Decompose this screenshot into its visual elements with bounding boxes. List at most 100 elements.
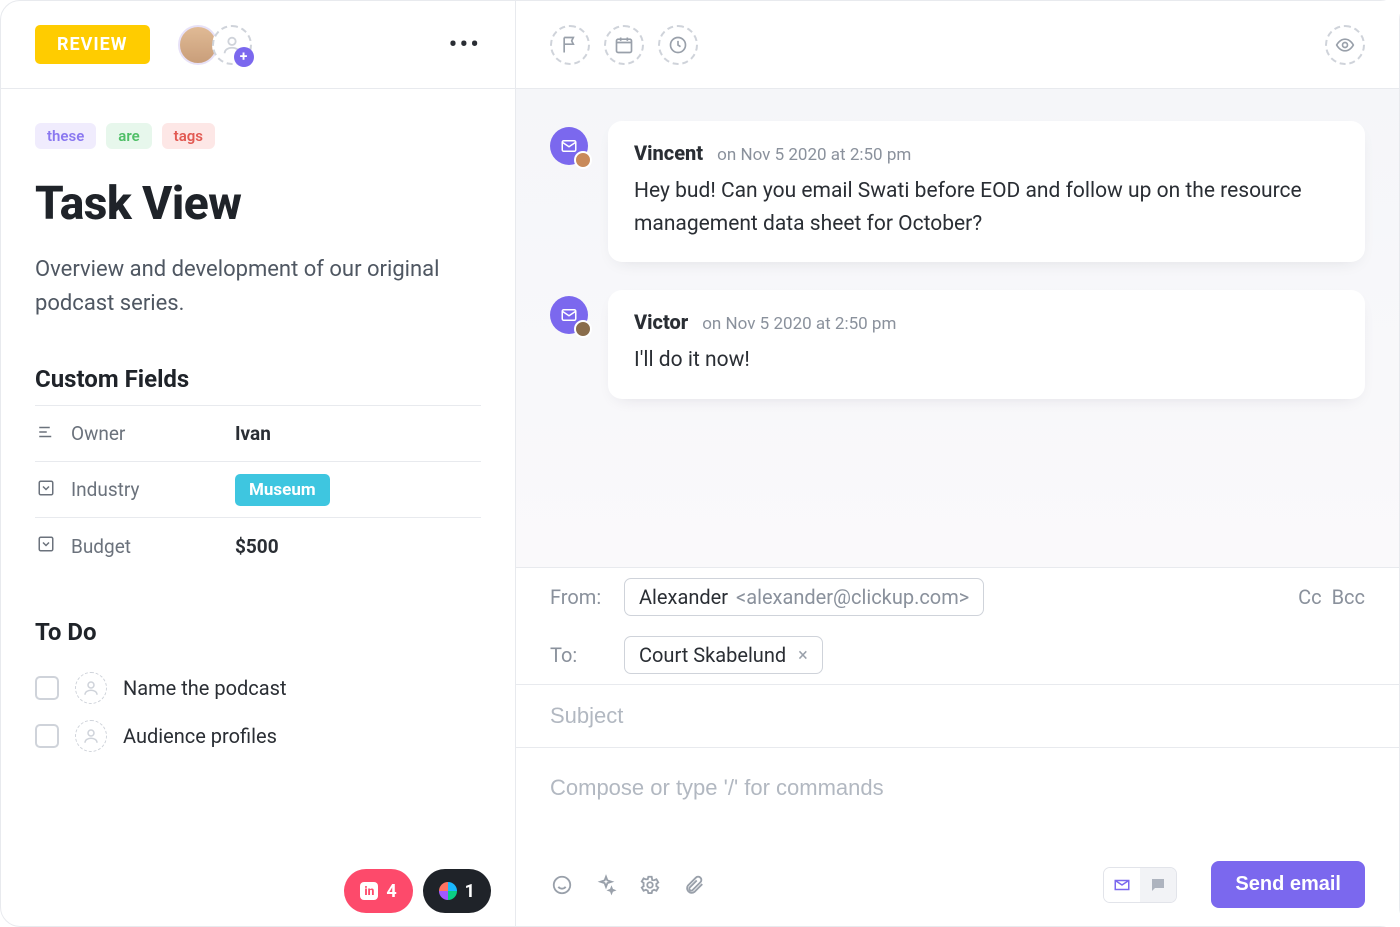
tags-row: these are tags xyxy=(35,123,481,149)
activity-feed: Vincent on Nov 5 2020 at 2:50 pm Hey bud… xyxy=(516,89,1399,567)
email-composer: From: Alexander <alexander@clickup.com> … xyxy=(516,567,1399,926)
todo-label[interactable]: Name the podcast xyxy=(123,676,287,700)
message-author: Vincent xyxy=(634,141,703,165)
more-menu-button[interactable]: ••• xyxy=(449,30,481,60)
cc-button[interactable]: Cc xyxy=(1298,585,1322,609)
task-right-pane: Vincent on Nov 5 2020 at 2:50 pm Hey bud… xyxy=(516,1,1399,926)
due-date-button[interactable] xyxy=(604,25,644,65)
ai-button[interactable] xyxy=(594,873,618,897)
plus-icon: + xyxy=(234,47,254,67)
assignees: + xyxy=(178,25,252,65)
smile-icon xyxy=(551,874,573,896)
mode-toggle xyxy=(1103,867,1177,903)
invision-icon: in xyxy=(360,882,378,900)
field-value[interactable]: Ivan xyxy=(235,422,271,445)
priority-button[interactable] xyxy=(550,25,590,65)
tag[interactable]: these xyxy=(35,123,96,149)
message-bubble[interactable]: Vincent on Nov 5 2020 at 2:50 pm Hey bud… xyxy=(608,121,1365,262)
status-pill[interactable]: REVIEW xyxy=(35,25,150,64)
to-name: Court Skabelund xyxy=(639,643,786,667)
custom-fields-heading: Custom Fields xyxy=(35,365,481,393)
composer-toolbar: Send email xyxy=(516,847,1399,926)
time-button[interactable] xyxy=(658,25,698,65)
sparkle-icon xyxy=(595,874,617,896)
mode-comment-button[interactable] xyxy=(1140,868,1176,902)
author-photo xyxy=(574,151,592,169)
to-chip[interactable]: Court Skabelund × xyxy=(624,636,823,674)
from-name: Alexander xyxy=(639,585,728,609)
field-row-budget: Budget $500 xyxy=(35,518,481,574)
author-photo xyxy=(574,320,592,338)
message-bubble[interactable]: Victor on Nov 5 2020 at 2:50 pm I'll do … xyxy=(608,290,1365,399)
field-row-owner: Owner Ivan xyxy=(35,406,481,462)
custom-fields-table: Owner Ivan Industry Museum Budget $500 xyxy=(35,405,481,574)
field-label: Industry xyxy=(71,478,221,501)
message-avatar[interactable] xyxy=(550,296,588,334)
todo-assignee-button[interactable] xyxy=(75,720,107,752)
todo-item: Name the podcast xyxy=(35,664,481,712)
todo-assignee-button[interactable] xyxy=(75,672,107,704)
dropdown-icon xyxy=(35,535,57,557)
todo-label[interactable]: Audience profiles xyxy=(123,724,277,748)
eye-icon xyxy=(1335,35,1355,55)
checkbox[interactable] xyxy=(35,676,59,700)
tag[interactable]: tags xyxy=(162,123,215,149)
dropdown-icon xyxy=(35,479,57,501)
to-label: To: xyxy=(550,643,606,667)
message: Vincent on Nov 5 2020 at 2:50 pm Hey bud… xyxy=(550,121,1365,262)
clock-icon xyxy=(668,35,688,55)
field-label: Owner xyxy=(71,422,221,445)
message-avatar[interactable] xyxy=(550,127,588,165)
gear-icon xyxy=(639,874,661,896)
person-icon xyxy=(82,727,100,745)
field-value[interactable]: $500 xyxy=(235,535,279,558)
message-author: Victor xyxy=(634,310,688,334)
watchers-button[interactable] xyxy=(1325,25,1365,65)
from-address: <alexander@clickup.com> xyxy=(736,585,969,609)
bcc-button[interactable]: Bcc xyxy=(1332,585,1365,609)
task-header: REVIEW + ••• xyxy=(1,1,515,89)
add-assignee-button[interactable]: + xyxy=(212,25,252,65)
flag-icon xyxy=(560,35,580,55)
list-icon xyxy=(35,423,57,445)
figma-icon xyxy=(439,882,457,900)
todo-item: Audience profiles xyxy=(35,712,481,760)
right-header xyxy=(516,1,1399,89)
remove-recipient-button[interactable]: × xyxy=(798,645,808,666)
task-description[interactable]: Overview and development of our original… xyxy=(35,253,481,321)
paperclip-icon xyxy=(683,874,705,896)
invision-pill[interactable]: in 4 xyxy=(344,869,412,913)
field-value[interactable]: Museum xyxy=(235,474,330,506)
task-left-pane: REVIEW + ••• these are tags Task View Ov… xyxy=(1,1,516,926)
subject-input[interactable] xyxy=(516,685,1399,747)
settings-button[interactable] xyxy=(638,873,662,897)
field-label: Budget xyxy=(71,535,221,558)
person-icon xyxy=(82,679,100,697)
envelope-icon xyxy=(560,137,578,155)
emoji-button[interactable] xyxy=(550,873,574,897)
field-row-industry: Industry Museum xyxy=(35,462,481,518)
send-email-button[interactable]: Send email xyxy=(1211,861,1365,908)
attachments-dock: in 4 1 xyxy=(1,856,515,926)
figma-pill[interactable]: 1 xyxy=(423,869,491,913)
body-input[interactable] xyxy=(516,748,1399,828)
tag[interactable]: are xyxy=(106,123,151,149)
invision-count: 4 xyxy=(386,881,396,902)
message-body: Hey bud! Can you email Swati before EOD … xyxy=(634,175,1339,240)
todo-list: Name the podcast Audience profiles xyxy=(35,664,481,760)
attach-button[interactable] xyxy=(682,873,706,897)
comment-icon xyxy=(1149,876,1167,894)
message-timestamp: on Nov 5 2020 at 2:50 pm xyxy=(717,145,911,165)
message-body: I'll do it now! xyxy=(634,344,1339,377)
envelope-icon xyxy=(560,306,578,324)
from-chip[interactable]: Alexander <alexander@clickup.com> xyxy=(624,578,984,616)
mode-email-button[interactable] xyxy=(1104,868,1140,902)
calendar-icon xyxy=(614,35,634,55)
task-title[interactable]: Task View xyxy=(35,177,481,231)
figma-count: 1 xyxy=(465,881,475,902)
checkbox[interactable] xyxy=(35,724,59,748)
message-timestamp: on Nov 5 2020 at 2:50 pm xyxy=(702,314,896,334)
from-label: From: xyxy=(550,585,606,609)
message: Victor on Nov 5 2020 at 2:50 pm I'll do … xyxy=(550,290,1365,399)
envelope-icon xyxy=(1113,876,1131,894)
